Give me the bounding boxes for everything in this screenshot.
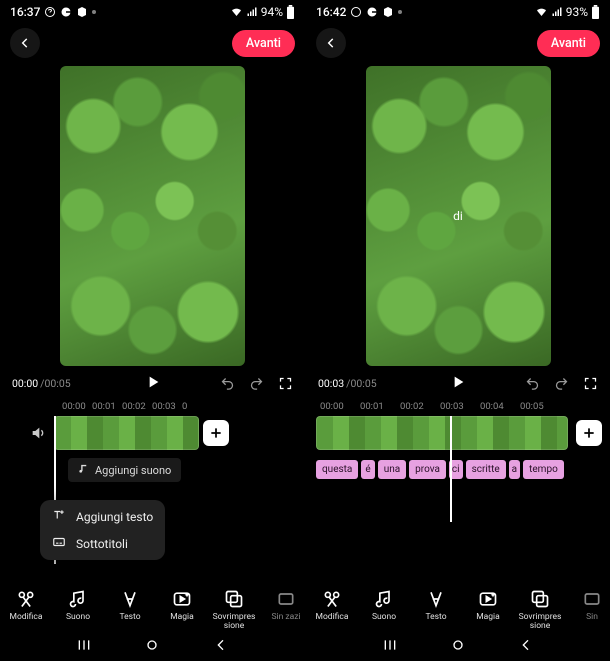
time-duration: /00:05: [40, 377, 70, 390]
battery-text: 94%: [261, 5, 283, 19]
header: Avanti: [306, 22, 610, 66]
video-clip[interactable]: [54, 416, 199, 450]
video-preview[interactable]: di: [366, 66, 551, 366]
bottom-toolbar: Modifica Suono Testo Magia Sovrimpres si…: [0, 581, 305, 635]
tool-sync[interactable]: Sin zazi: [260, 589, 305, 631]
subtitle-track: questa é una prova ci scritte a tempo: [316, 456, 610, 482]
subtitle-segment[interactable]: a: [509, 460, 520, 479]
time-current: 00:00: [12, 377, 38, 390]
tool-overlay[interactable]: Sovrimpres sione: [208, 589, 260, 631]
next-button[interactable]: Avanti: [232, 30, 295, 57]
screen-left: 16:37 94% Avanti 00:00 /00:05: [0, 0, 305, 661]
screen-right: 16:42 93% Avanti di 00:03 /00:05: [305, 0, 610, 661]
battery-icon: [286, 5, 295, 19]
preview-thumbnail: [60, 66, 245, 366]
redo-button[interactable]: [554, 376, 569, 391]
subtitle-segment[interactable]: tempo: [523, 460, 564, 479]
back-button[interactable]: [10, 28, 40, 58]
preview-caption-text: di: [453, 209, 463, 223]
subtitle-segment[interactable]: é: [361, 460, 374, 479]
timeline-tracks: Aggiungi suono Aggiungi testo Sottotitol…: [0, 416, 305, 484]
video-preview[interactable]: [60, 66, 245, 366]
back-button[interactable]: [316, 28, 346, 58]
status-bar: 16:42 93%: [306, 0, 610, 22]
timeline-ruler[interactable]: 00:00 00:01 00:02 00:03 00:04 00:05: [306, 397, 610, 416]
wifi-icon: [230, 6, 243, 18]
undo-button[interactable]: [220, 376, 235, 391]
add-text-icon: [52, 508, 66, 525]
signal-icon: [551, 6, 563, 18]
video-track: [14, 416, 305, 450]
play-button[interactable]: [450, 374, 466, 393]
tool-text[interactable]: Testo: [410, 589, 462, 631]
playhead[interactable]: [450, 416, 452, 522]
android-navbar: [0, 635, 305, 661]
android-navbar: [306, 635, 610, 661]
signal-icon: [246, 6, 258, 18]
header: Avanti: [0, 22, 305, 66]
add-clip-button[interactable]: [576, 420, 602, 446]
nav-home[interactable]: [450, 637, 466, 657]
subtitle-segment[interactable]: una: [378, 460, 406, 479]
tool-sound[interactable]: Suono: [52, 589, 104, 631]
transport-bar: 00:00 /00:05: [0, 374, 305, 397]
add-sound-button[interactable]: Aggiungi suono: [68, 458, 181, 482]
video-track: [316, 416, 610, 450]
timeline-ruler[interactable]: 00:00 00:01 00:02 00:03 0: [0, 397, 305, 416]
subtitle-segment[interactable]: questa: [316, 460, 358, 479]
tool-text[interactable]: Testo: [104, 589, 156, 631]
music-note-icon: [78, 463, 89, 477]
add-clip-button[interactable]: [203, 420, 229, 446]
maps-icon: [382, 6, 394, 18]
nav-back[interactable]: [213, 637, 229, 657]
fullscreen-button[interactable]: [278, 376, 293, 391]
redo-button[interactable]: [249, 376, 264, 391]
time-current: 00:03: [318, 377, 344, 390]
volume-icon[interactable]: [30, 425, 46, 441]
subtitle-segment[interactable]: scritte: [466, 460, 506, 479]
more-icon: [398, 10, 402, 14]
subtitles-icon: [52, 535, 66, 552]
google-icon: [60, 6, 72, 18]
transport-bar: 00:03 /00:05: [306, 374, 610, 397]
tool-sync[interactable]: Sin: [566, 589, 610, 631]
bottom-toolbar: Modifica Suono Testo Magia Sovrimpres si…: [306, 581, 610, 635]
video-clip[interactable]: [316, 416, 568, 450]
subtitle-segment[interactable]: prova: [409, 460, 446, 479]
status-time: 16:42: [316, 5, 346, 19]
tool-overlay[interactable]: Sovrimpres sione: [514, 589, 566, 631]
status-bar: 16:37 94%: [0, 0, 305, 22]
status-time: 16:37: [10, 5, 40, 19]
tool-edit[interactable]: Modifica: [306, 589, 358, 631]
nav-recent[interactable]: [76, 637, 92, 657]
nav-recent[interactable]: [382, 637, 398, 657]
more-icon: [92, 10, 96, 14]
popup-subtitles[interactable]: Sottotitoli: [52, 535, 153, 552]
fullscreen-button[interactable]: [583, 376, 598, 391]
whatsapp-icon: [350, 6, 362, 18]
whatsapp-icon: [44, 6, 56, 18]
undo-button[interactable]: [525, 376, 540, 391]
tool-sound[interactable]: Suono: [358, 589, 410, 631]
popup-add-text[interactable]: Aggiungi testo: [52, 508, 153, 525]
nav-home[interactable]: [144, 637, 160, 657]
tool-edit[interactable]: Modifica: [0, 589, 52, 631]
nav-back[interactable]: [518, 637, 534, 657]
battery-icon: [591, 5, 600, 19]
maps-icon: [76, 6, 88, 18]
time-duration: /00:05: [346, 377, 376, 390]
tool-magic[interactable]: Magia: [156, 589, 208, 631]
text-popup-menu: Aggiungi testo Sottotitoli: [40, 500, 165, 560]
play-button[interactable]: [145, 374, 161, 393]
google-icon: [366, 6, 378, 18]
wifi-icon: [535, 6, 548, 18]
tool-magic[interactable]: Magia: [462, 589, 514, 631]
battery-text: 93%: [566, 5, 588, 19]
next-button[interactable]: Avanti: [537, 30, 600, 57]
timeline-tracks: questa é una prova ci scritte a tempo: [306, 416, 610, 482]
